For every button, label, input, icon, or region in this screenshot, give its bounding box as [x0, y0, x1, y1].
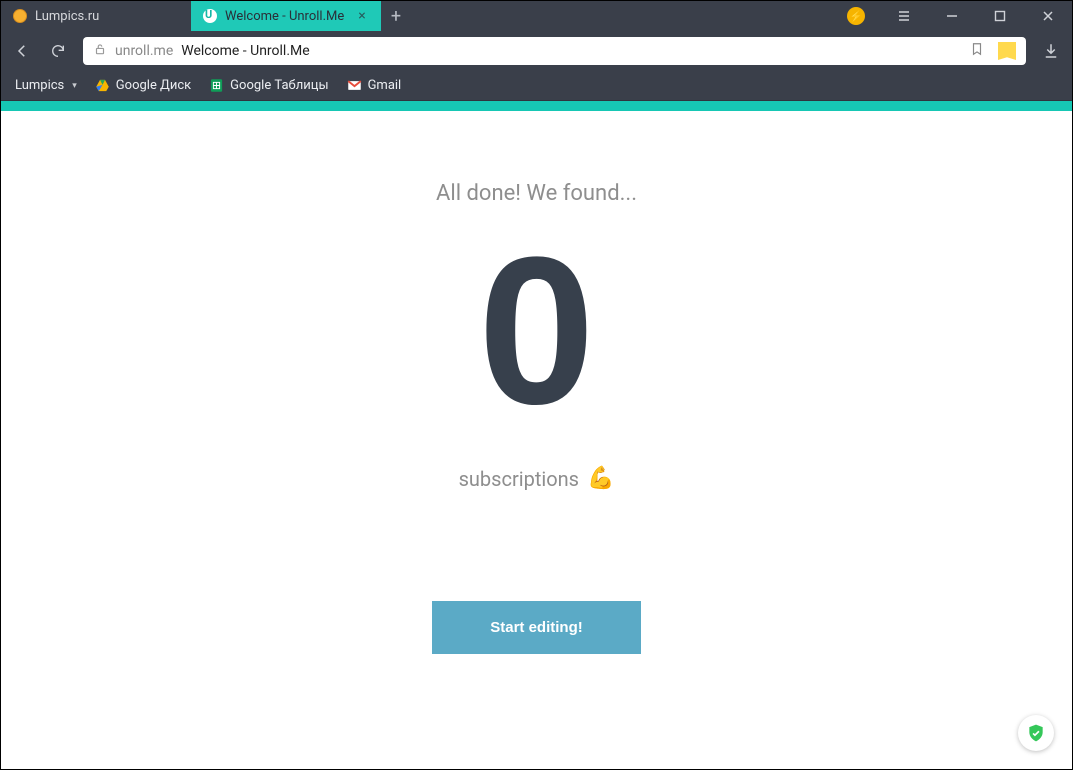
bookmark-gmail[interactable]: Gmail — [347, 78, 402, 93]
close-tab-icon[interactable]: × — [355, 9, 369, 23]
address-row: unroll.me Welcome - Unroll.Me — [1, 31, 1072, 71]
new-tab-button[interactable]: + — [381, 1, 411, 31]
gmail-icon — [347, 78, 362, 93]
address-host: unroll.me — [115, 43, 173, 59]
maximize-button[interactable] — [976, 1, 1024, 31]
back-button[interactable] — [11, 40, 33, 62]
page-content: All done! We found... 0 subscriptions 💪 … — [1, 111, 1072, 769]
reload-button[interactable] — [47, 40, 69, 62]
favicon-unroll-icon — [203, 9, 217, 23]
yandex-shield-icon[interactable] — [998, 42, 1016, 60]
turbo-icon[interactable]: ⚡ — [832, 1, 880, 31]
menu-icon[interactable] — [880, 1, 928, 31]
bookmarks-bar: Lumpics Google Диск Google Таблицы Gmail — [1, 71, 1072, 101]
bookmarks-menu[interactable]: Lumpics — [15, 78, 77, 93]
window-controls — [880, 1, 1072, 31]
minimize-button[interactable] — [928, 1, 976, 31]
muscle-emoji-icon: 💪 — [587, 466, 614, 491]
lock-icon — [93, 42, 107, 60]
bookmark-label: Gmail — [368, 78, 402, 93]
address-title: Welcome - Unroll.Me — [181, 43, 309, 59]
tab-label: Lumpics.ru — [35, 9, 99, 24]
subline: subscriptions 💪 — [459, 466, 615, 491]
drive-icon — [95, 78, 110, 93]
subline-text: subscriptions — [459, 467, 579, 491]
browser-window: Lumpics.ru Welcome - Unroll.Me × + ⚡ — [0, 0, 1073, 770]
close-window-button[interactable] — [1024, 1, 1072, 31]
security-shield-badge[interactable] — [1018, 715, 1054, 751]
subscription-count: 0 — [478, 226, 595, 436]
bookmark-drive[interactable]: Google Диск — [95, 78, 191, 93]
tab-label: Welcome - Unroll.Me — [225, 9, 344, 24]
brand-stripe — [1, 101, 1072, 111]
tab-lumpics[interactable]: Lumpics.ru — [1, 1, 191, 31]
start-editing-button[interactable]: Start editing! — [432, 601, 641, 654]
bookmark-label: Google Таблицы — [230, 78, 328, 93]
address-bar[interactable]: unroll.me Welcome - Unroll.Me — [83, 37, 1026, 65]
bookmark-label: Google Диск — [116, 78, 191, 93]
headline-text: All done! We found... — [436, 181, 637, 206]
bookmark-icon[interactable] — [970, 42, 984, 60]
sheets-icon — [209, 78, 224, 93]
tab-strip: Lumpics.ru Welcome - Unroll.Me × + — [1, 1, 832, 31]
favicon-lumpics-icon — [13, 9, 27, 23]
downloads-button[interactable] — [1040, 40, 1062, 62]
bookmarks-menu-label: Lumpics — [15, 78, 64, 93]
bookmark-sheets[interactable]: Google Таблицы — [209, 78, 328, 93]
titlebar: Lumpics.ru Welcome - Unroll.Me × + ⚡ — [1, 1, 1072, 31]
tab-unroll[interactable]: Welcome - Unroll.Me × — [191, 1, 381, 31]
